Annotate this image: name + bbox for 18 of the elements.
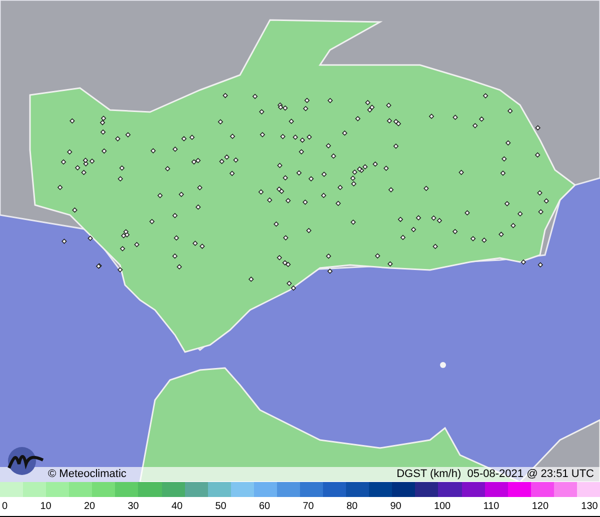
- legend-label: 120: [532, 502, 549, 512]
- logo-icon: [6, 446, 46, 476]
- legend-label: 20: [84, 502, 96, 512]
- legend-label: 30: [128, 502, 139, 512]
- credit-text: © Meteoclimatic: [48, 469, 126, 480]
- legend-label: 80: [346, 502, 358, 512]
- island-marker: [440, 362, 446, 368]
- legend-label: 50: [215, 502, 226, 512]
- legend-label: 0: [2, 502, 8, 512]
- legend-label: 10: [40, 502, 52, 512]
- legend-label: 100: [434, 502, 451, 512]
- legend-label: 70: [302, 502, 314, 512]
- legend-label: 60: [258, 502, 270, 512]
- legend-label: 40: [171, 502, 183, 512]
- caption-text: DGST (km/h) 05-08-2021 @ 23:51 UTC: [396, 469, 594, 480]
- legend-label: 130: [581, 502, 598, 512]
- legend-label: 110: [483, 502, 500, 512]
- legend-label: 90: [390, 502, 402, 512]
